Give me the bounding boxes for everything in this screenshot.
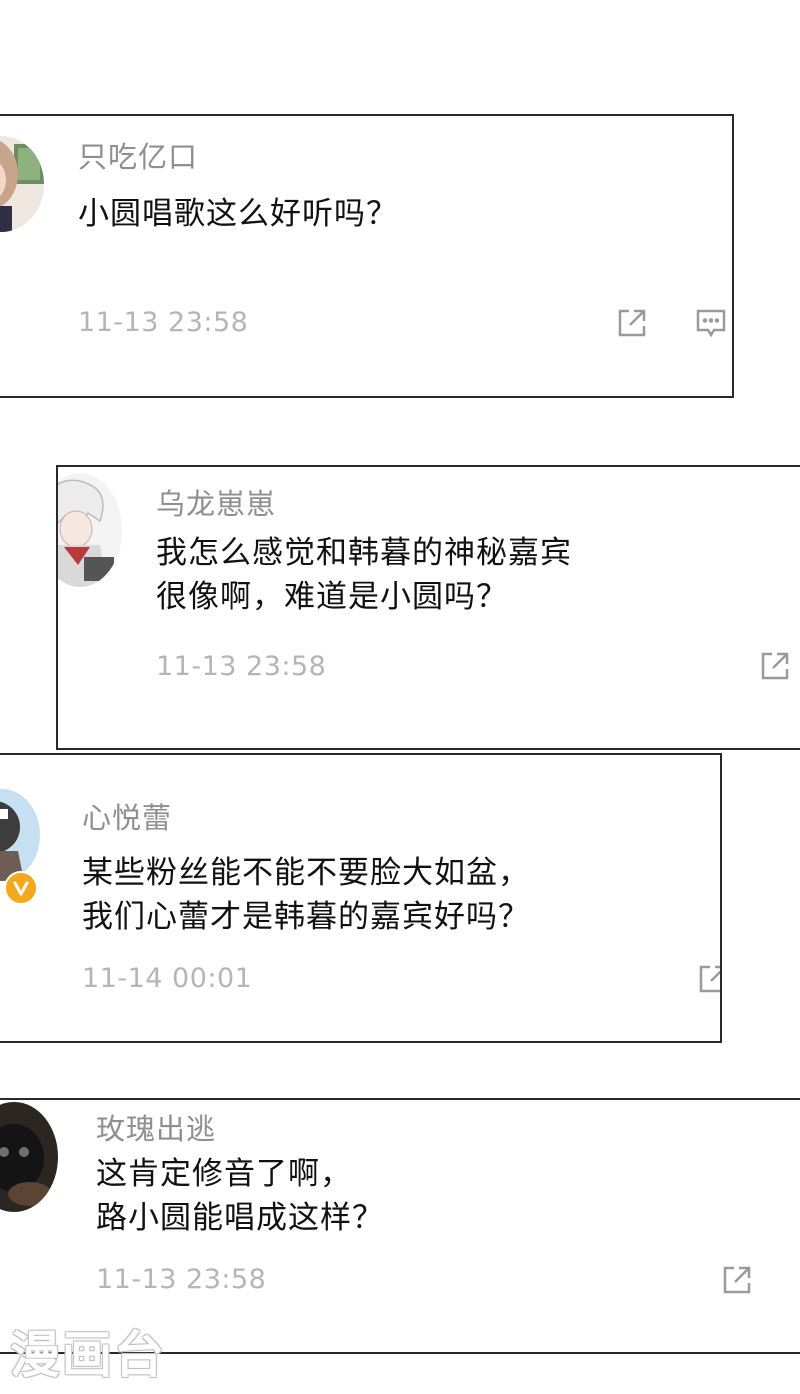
timestamp: 11-13 23:58	[156, 651, 327, 682]
comment-card: 只吃亿口 小圆唱歌这么好听吗？ 11-13 23:58	[0, 114, 734, 398]
verified-badge-icon	[4, 871, 38, 905]
avatar[interactable]	[0, 136, 44, 232]
timestamp: 11-13 23:58	[96, 1264, 267, 1295]
avatar[interactable]	[58, 473, 122, 587]
timestamp: 11-14 00:01	[82, 963, 253, 994]
share-icon[interactable]	[720, 1263, 754, 1297]
avatar[interactable]	[0, 789, 40, 881]
comment-text: 某些粉丝能不能不要脸大如盆，	[82, 855, 530, 891]
username[interactable]: 乌龙崽崽	[156, 487, 276, 521]
avatar[interactable]	[0, 1102, 58, 1212]
comment-icon[interactable]	[694, 306, 728, 340]
comment-text: 路小圆能唱成这样？	[96, 1200, 384, 1236]
username[interactable]: 心悦蕾	[82, 801, 172, 835]
comment-text: 小圆唱歌这么好听吗？	[78, 196, 398, 232]
timestamp: 11-13 23:58	[78, 307, 249, 338]
watermark: 漫画台	[10, 1326, 166, 1384]
comment-card: 乌龙崽崽 我怎么感觉和韩暮的神秘嘉宾 很像啊，难道是小圆吗？ 11-13 23:…	[56, 465, 800, 750]
share-icon[interactable]	[615, 306, 649, 340]
share-icon[interactable]	[696, 962, 720, 996]
comment-text: 我们心蕾才是韩暮的嘉宾好吗？	[82, 899, 530, 935]
comment-text: 很像啊，难道是小圆吗？	[156, 579, 508, 615]
username[interactable]: 玫瑰出逃	[96, 1112, 216, 1146]
comment-card: 玫瑰出逃 这肯定修音了啊， 路小圆能唱成这样？ 11-13 23:58	[0, 1098, 800, 1354]
comment-text: 这肯定修音了啊，	[96, 1156, 352, 1192]
share-icon[interactable]	[758, 649, 792, 683]
comment-text: 我怎么感觉和韩暮的神秘嘉宾	[156, 535, 572, 571]
comment-card: 心悦蕾 某些粉丝能不能不要脸大如盆， 我们心蕾才是韩暮的嘉宾好吗？ 11-14 …	[0, 753, 722, 1043]
username[interactable]: 只吃亿口	[78, 140, 198, 174]
